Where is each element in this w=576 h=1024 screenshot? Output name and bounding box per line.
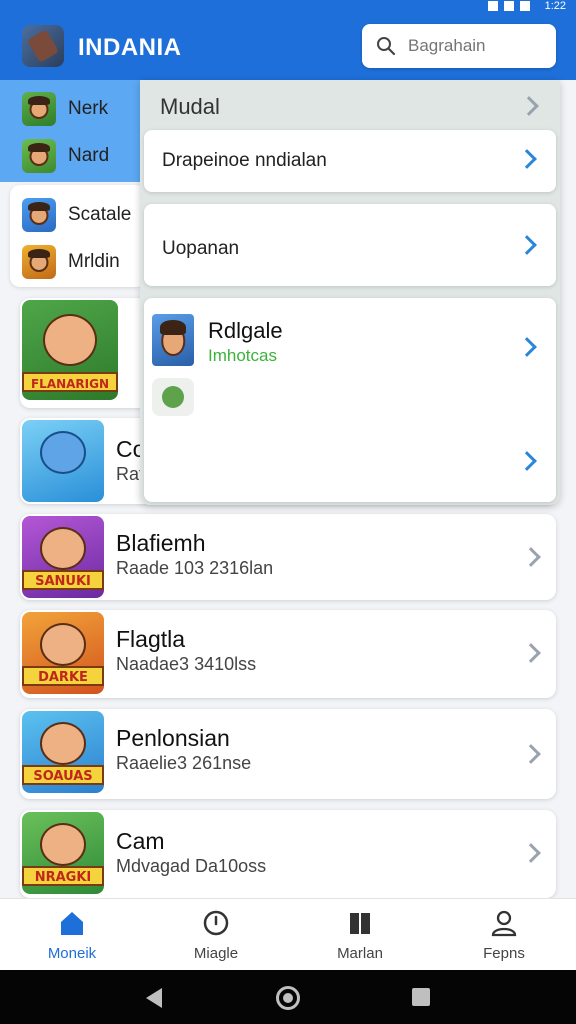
home-button-icon[interactable]	[276, 986, 300, 1010]
game-banner: NRAGKI	[22, 866, 104, 886]
tab-label: Fepns	[483, 945, 525, 962]
chevron-right-icon	[517, 451, 537, 471]
chevron-right-icon	[517, 235, 537, 255]
game-character-icon	[22, 138, 56, 173]
list-item[interactable]: SANUKI Blafiemh Raade 103 2316lan	[20, 514, 556, 600]
game-banner: SANUKI	[22, 570, 104, 590]
game-character-icon	[22, 91, 56, 126]
list-item-name: Flagtla	[116, 626, 186, 652]
sidebar-item-label: Scatale	[68, 203, 132, 225]
dropdown-item-label: Uopanan	[162, 238, 240, 259]
wifi-icon	[504, 1, 514, 11]
chevron-right-icon	[521, 744, 541, 764]
search-input[interactable]	[408, 24, 548, 68]
list-item-meta: Mdvagad Da10oss	[116, 856, 267, 876]
sidebar-item-scatale[interactable]: Scatale	[10, 191, 146, 238]
game-art-image: SOAUAS	[22, 711, 104, 793]
tab-library[interactable]: Marlan	[288, 899, 432, 970]
dropdown-item[interactable]: Uopanan	[144, 204, 556, 286]
dropdown-item-label: Drapeinoe nndialan	[162, 150, 327, 171]
status-bar: 1:22	[0, 0, 576, 14]
status-time: 1:22	[544, 0, 566, 12]
chevron-right-icon	[521, 843, 541, 863]
game-banner: FLANARIGN	[22, 372, 118, 392]
home-icon	[61, 912, 83, 935]
game-character-icon	[22, 197, 56, 232]
sidebar-item-label: Nerk	[68, 97, 109, 119]
list-item[interactable]: SOAUAS Penlonsian Raaelie3 261nse	[20, 709, 556, 799]
game-art-image: SANUKI	[22, 516, 104, 598]
list-item-meta: Naadae3 3410lss	[116, 654, 257, 674]
clock-icon	[203, 910, 229, 936]
list-item-meta: Raade 103 2316lan	[116, 558, 274, 578]
game-art-image: NRAGKI	[22, 812, 104, 894]
book-icon	[350, 913, 370, 934]
game-banner: DARKE	[22, 666, 104, 686]
system-nav-bar	[0, 970, 576, 1024]
sidebar-item-label: Nard	[68, 144, 110, 166]
list-item-meta: Raaelie3 261nse	[116, 753, 252, 773]
chevron-right-icon	[521, 547, 541, 567]
app-logo-icon[interactable]	[22, 25, 64, 67]
game-art-image: FLANARIGN	[22, 300, 118, 400]
game-banner: SOAUAS	[22, 765, 104, 785]
side-group-secondary: Scatale Mrldin	[10, 185, 146, 287]
tab-label: Miagle	[193, 945, 239, 962]
app-bar: INDANIA	[0, 14, 576, 80]
list-item-name: Cam	[116, 828, 165, 854]
person-icon	[491, 910, 517, 937]
dropdown-header[interactable]: Mudal	[160, 94, 220, 120]
tab-label: Moneik	[47, 945, 97, 962]
list-item-name: Blafiemh	[116, 530, 206, 556]
side-nav: Nerk Nard Scatale Mrldin	[0, 80, 146, 287]
app-title: INDANIA	[78, 34, 182, 61]
game-character-icon	[22, 244, 56, 279]
bottom-nav: Moneik Miagle Marlan Fepns	[0, 898, 576, 970]
search-box[interactable]	[362, 24, 556, 68]
game-character-icon	[152, 314, 194, 366]
sidebar-item-label: Mrldin	[68, 250, 120, 272]
tab-history[interactable]: Miagle	[144, 899, 288, 970]
list-item[interactable]: DARKE Flagtla Naadae3 3410lss	[20, 610, 556, 698]
chevron-right-icon	[517, 337, 537, 357]
sidebar-item-mrldin[interactable]: Mrldin	[10, 238, 146, 285]
list-item-name: Penlonsian	[116, 725, 230, 751]
featured-title: Rdlgale	[208, 318, 283, 343]
status-icons	[488, 1, 530, 11]
game-art-image: DARKE	[22, 612, 104, 694]
chevron-right-icon	[517, 149, 537, 169]
tab-label: Marlan	[337, 945, 383, 962]
sidebar-item-nard[interactable]: Nard	[0, 132, 140, 179]
battery-icon	[520, 1, 530, 11]
side-group-active: Nerk Nard	[0, 80, 140, 182]
game-art-image	[22, 420, 104, 502]
sidebar-item-nerk[interactable]: Nerk	[0, 85, 140, 132]
signal-icon	[488, 1, 498, 11]
chevron-right-icon	[521, 643, 541, 663]
leaf-icon	[152, 378, 194, 416]
dropdown-featured-item[interactable]: Rdlgale Imhotcas	[144, 298, 556, 502]
list-item[interactable]: NRAGKI Cam Mdvagad Da10oss	[20, 810, 556, 898]
dropdown-item[interactable]: Drapeinoe nndialan	[144, 130, 556, 192]
search-icon	[377, 37, 396, 56]
featured-subtitle: Imhotcas	[208, 346, 277, 365]
back-icon[interactable]	[146, 988, 162, 1008]
recent-apps-icon[interactable]	[412, 988, 430, 1006]
tab-home[interactable]: Moneik	[0, 899, 144, 970]
chevron-right-icon	[519, 96, 539, 116]
dropdown-panel: Mudal Drapeinoe nndialan Uopanan Rdlgale…	[140, 80, 560, 505]
tab-profile[interactable]: Fepns	[432, 899, 576, 970]
